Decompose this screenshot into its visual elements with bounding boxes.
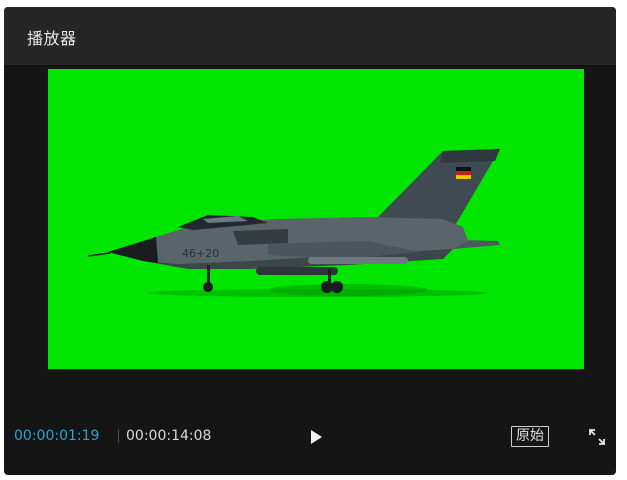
fullscreen-icon — [589, 429, 605, 445]
playback-controls: 00:00:01:19 00:00:14:08 原始 — [4, 418, 616, 454]
fullscreen-button[interactable] — [588, 428, 606, 446]
total-timecode: 00:00:14:08 — [126, 428, 212, 444]
video-viewport[interactable]: 46+20 — [48, 69, 584, 369]
current-timecode: 00:00:01:19 — [14, 428, 100, 444]
window-title: 播放器 — [27, 29, 77, 48]
svg-text:46+20: 46+20 — [182, 247, 219, 260]
player-window: 播放器 46+20 00:00:01:19 00:00:14:08 原始 — [4, 7, 616, 475]
title-bar: 播放器 — [4, 7, 616, 66]
fighter-jet-image: 46+20 — [87, 149, 500, 297]
timecode-divider — [118, 429, 119, 443]
play-button[interactable] — [304, 426, 326, 448]
play-icon — [311, 430, 322, 444]
original-size-button[interactable]: 原始 — [511, 426, 549, 447]
